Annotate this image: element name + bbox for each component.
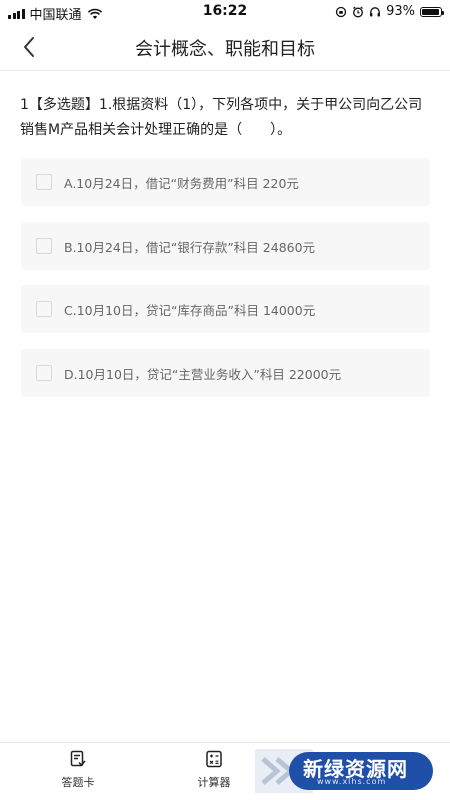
headphones-icon (370, 6, 381, 16)
tab-calculator[interactable]: 计算器 (174, 750, 254, 796)
option-label: A.10月24日，借记“财务费用”科目 220元 (64, 175, 299, 191)
checkbox[interactable] (36, 174, 52, 190)
option-b[interactable]: B.10月24日，借记“银行存款”科目 24860元 (21, 222, 430, 270)
checkbox[interactable] (36, 365, 52, 381)
watermark-logo: 新绿资源网 www.xlhs.com (255, 749, 433, 793)
option-d[interactable]: D.10月10日，贷记“主营业务收入”科目 22000元 (21, 349, 430, 397)
checkbox[interactable] (36, 301, 52, 317)
battery-percent: 93% (386, 4, 415, 19)
watermark-url: www.xlhs.com (317, 777, 387, 786)
question-text: 1【多选题】1.根据资料（1），下列各项中，关于甲公司向乙公司销售M产品相关会计… (20, 97, 423, 138)
option-label: C.10月10日，贷记“库存商品”科目 14000元 (64, 302, 316, 318)
page: 中国联通 16:22 93% 会计概念、职能和目标 1【多选题】1.根据资料（1… (0, 0, 450, 800)
battery-fill (422, 8, 439, 15)
tab-label: 计算器 (197, 776, 231, 789)
option-label: B.10月24日，借记“银行存款”科目 24860元 (64, 239, 316, 255)
checkbox[interactable] (36, 238, 52, 254)
alarm-icon (353, 6, 364, 17)
option-label: D.10月10日，贷记“主营业务收入”科目 22000元 (64, 366, 342, 382)
option-c[interactable]: C.10月10日，贷记“库存商品”科目 14000元 (21, 285, 430, 333)
rotation-lock-icon (335, 6, 347, 17)
status-right: 93% (335, 4, 444, 19)
page-title: 会计概念、职能和目标 (135, 39, 315, 60)
tab-answer-card[interactable]: 答题卡 (38, 750, 118, 796)
status-bar: 中国联通 16:22 93% (0, 0, 450, 24)
battery-icon (420, 6, 444, 17)
nav-bar: 会计概念、职能和目标 (0, 24, 450, 70)
nav-divider (0, 70, 450, 71)
option-a[interactable]: A.10月24日，借记“财务费用”科目 220元 (21, 158, 430, 206)
tab-label: 答题卡 (61, 776, 95, 789)
answer-card-icon (70, 750, 86, 767)
bottom-divider (0, 742, 450, 743)
calculator-icon (206, 750, 222, 768)
